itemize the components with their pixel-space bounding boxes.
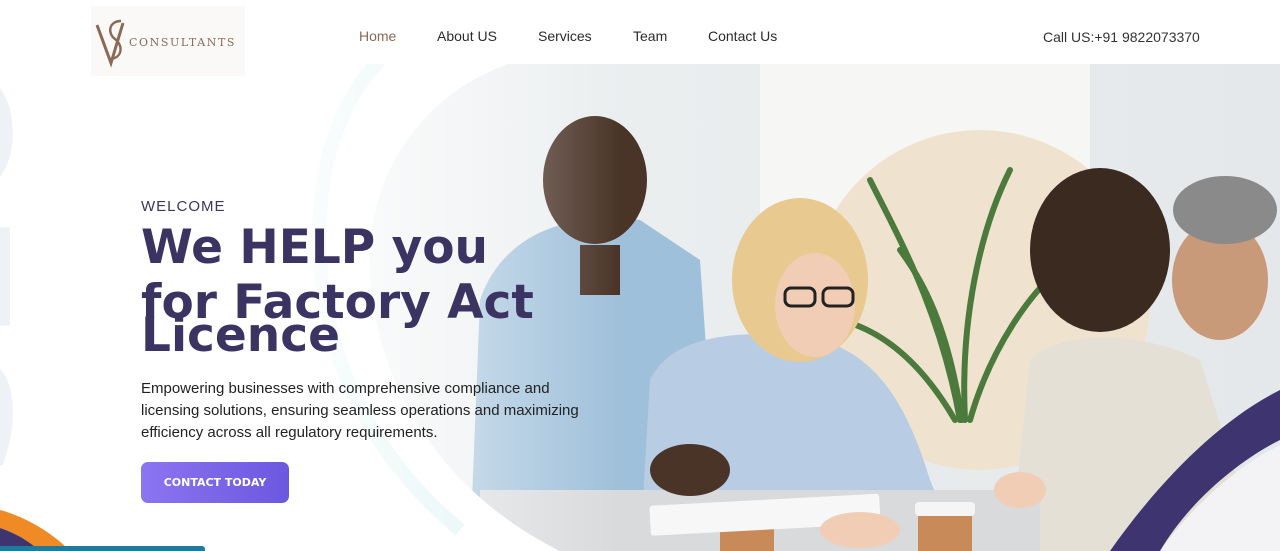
hero-description: Empowering businesses with comprehensive…: [141, 380, 579, 441]
hero-headline: We HELP you for Factory Act Licence: [141, 223, 601, 360]
scroll-indicator-bar: [0, 546, 205, 551]
contact-today-button[interactable]: CONTACT TODAY: [141, 462, 289, 503]
nav-team[interactable]: Team: [633, 28, 667, 44]
nav-contact-us[interactable]: Contact Us: [708, 28, 777, 44]
nav-home[interactable]: Home: [359, 28, 396, 44]
watermark-text: SEO: [0, 60, 55, 480]
hero-section: SEO WELCOME We HELP you for Factory Act …: [0, 60, 1280, 551]
nav-about-us[interactable]: About US: [437, 28, 497, 44]
hero-eyebrow: WELCOME: [141, 198, 226, 215]
phone-number[interactable]: Call US:+91 9822073370: [1043, 29, 1200, 45]
headline-line-1: We HELP you: [141, 220, 488, 275]
nav-services[interactable]: Services: [538, 28, 592, 44]
site-header: CONSULTANTS Home About US Services Team …: [0, 0, 1280, 76]
